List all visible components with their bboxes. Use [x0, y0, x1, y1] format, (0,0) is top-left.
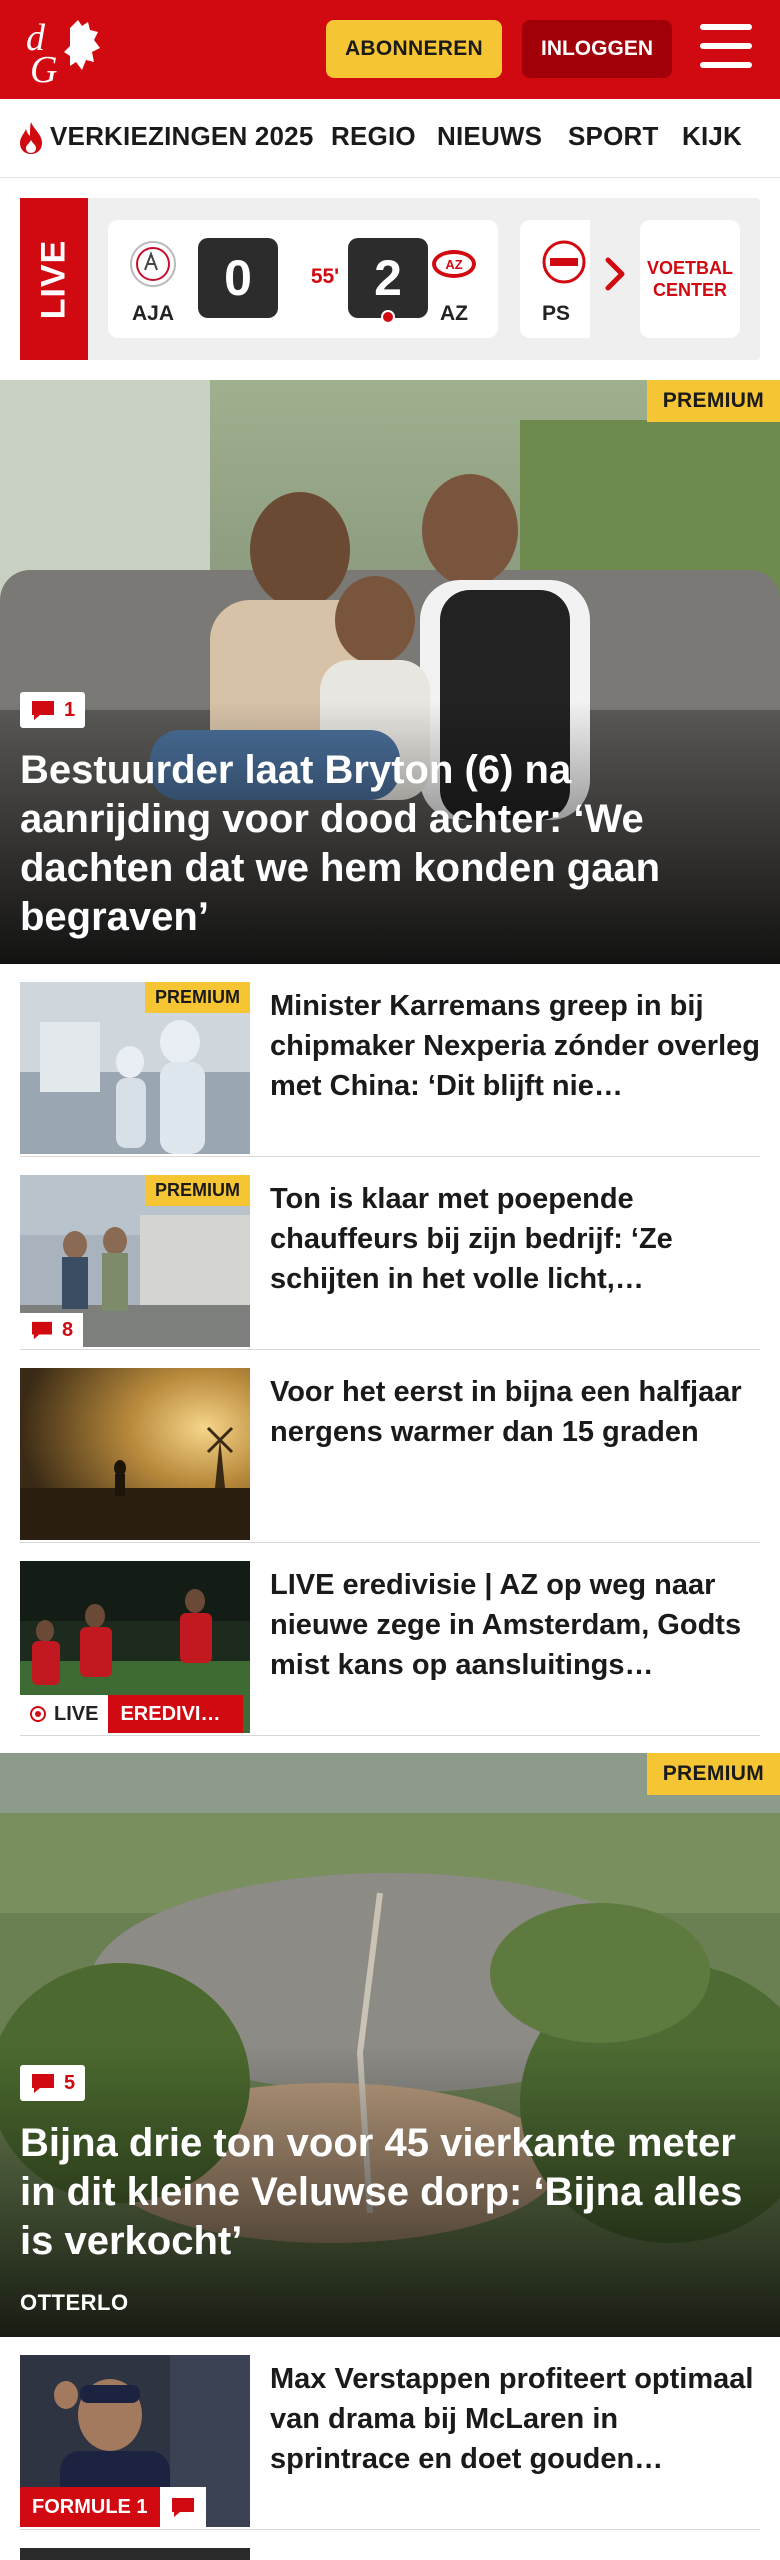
comment-count-badge: 8: [20, 1313, 84, 1347]
live-badge: LIVE: [20, 198, 88, 360]
comment-count-badge: 1: [20, 692, 86, 728]
live-dot-icon: [30, 1706, 46, 1722]
live-category-chip: LIVE EREDIVI…: [20, 1695, 244, 1733]
hero-location-kicker: OTTERLO: [20, 2290, 129, 2315]
hero-title[interactable]: Bestuurder laat Bryton (6) na aanrijding…: [20, 746, 760, 942]
article-title[interactable]: Voor het eerst in bijna een halfjaar ner…: [270, 1372, 760, 1452]
comment-icon: [32, 2074, 54, 2093]
list-item[interactable]: PREMIUM 8 Ton is klaar met poepende chau…: [20, 1157, 760, 1350]
article-title[interactable]: Minister Karremans greep in bij chipmake…: [270, 986, 760, 1106]
voetbal-center-button[interactable]: VOETBAL CENTER: [640, 220, 740, 338]
list-item[interactable]: [20, 2530, 760, 2560]
live-match-card[interactable]: AJA 0 55' 2 AZ AZ: [108, 220, 498, 338]
svg-text:AZ: AZ: [445, 257, 462, 272]
list-item[interactable]: Voor het eerst in bijna een halfjaar ner…: [20, 1350, 760, 1543]
nav-item-regio[interactable]: REGIO: [331, 121, 416, 152]
article-thumbnail: LIVE EREDIVI…: [20, 1561, 250, 1733]
article-thumbnail: [20, 1368, 250, 1540]
nav-item-kijk[interactable]: KIJK: [682, 121, 742, 152]
chevron-right-icon[interactable]: [600, 254, 630, 294]
nav-item-sport[interactable]: SPORT: [568, 121, 659, 152]
main-nav: VERKIEZINGEN 2025 REGIO NIEUWS SPORT KIJ…: [0, 99, 780, 178]
next-team-name: PS: [542, 302, 571, 325]
article-thumbnail: FORMULE 1: [20, 2355, 250, 2527]
hero-title[interactable]: Bijna drie ton voor 45 vierkante meter i…: [20, 2119, 760, 2266]
match-minute: 55': [310, 265, 340, 288]
article-title[interactable]: Max Verstappen profiteert optimaal van d…: [270, 2359, 760, 2479]
goal-indicator-dot: [381, 310, 395, 324]
comment-icon: [32, 1321, 52, 1340]
psv-logo-icon: [542, 240, 586, 284]
login-button[interactable]: INLOGGEN: [522, 20, 672, 78]
dg-logo[interactable]: d G: [22, 14, 114, 91]
comment-count-badge: 5: [20, 2065, 86, 2101]
premium-tag: PREMIUM: [145, 982, 250, 1013]
home-score: 0: [198, 238, 278, 318]
premium-tag: PREMIUM: [646, 380, 780, 422]
category-chip: FORMULE 1: [20, 2487, 206, 2527]
hero-article-2[interactable]: PREMIUM 5 Bijna drie ton voor 45 vierkan…: [0, 1753, 780, 2337]
list-item[interactable]: FORMULE 1 Max Verstappen profiteert opti…: [20, 2337, 760, 2530]
live-scores-bar: LIVE AJA 0 55' 2 AZ AZ PS VOETBAL CENTER: [20, 198, 760, 360]
nav-item-verkiezingen[interactable]: VERKIEZINGEN 2025: [50, 121, 314, 152]
article-thumbnail: PREMIUM: [20, 982, 250, 1154]
comment-icon: [32, 701, 54, 720]
comment-icon: [171, 2498, 194, 2517]
subscribe-button[interactable]: ABONNEREN: [326, 20, 502, 78]
ajax-logo-icon: [130, 241, 176, 287]
svg-text:G: G: [30, 49, 57, 86]
hero-article-1[interactable]: PREMIUM 1 Bestuurder laat Bryton (6) na …: [0, 380, 780, 964]
site-header: d G ABONNEREN INLOGGEN: [0, 0, 780, 99]
away-team-name: AZ: [440, 302, 468, 325]
article-thumbnail: [20, 2548, 250, 2560]
flame-icon: [20, 122, 42, 154]
hamburger-menu-icon[interactable]: [700, 24, 752, 70]
away-score: 2: [348, 238, 428, 318]
live-match-card-next[interactable]: PS: [520, 220, 590, 338]
list-item[interactable]: LIVE EREDIVI… LIVE eredivisie | AZ op we…: [20, 1543, 760, 1736]
list-item[interactable]: PREMIUM Minister Karremans greep in bij …: [20, 964, 760, 1157]
home-team-name: AJA: [131, 302, 174, 325]
article-title[interactable]: LIVE eredivisie | AZ op weg naar nieuwe …: [270, 1565, 760, 1685]
nav-item-nieuws[interactable]: NIEUWS: [437, 121, 542, 152]
article-title[interactable]: Ton is klaar met poepende chauffeurs bij…: [270, 1179, 760, 1299]
premium-tag: PREMIUM: [145, 1175, 250, 1206]
article-thumbnail: PREMIUM 8: [20, 1175, 250, 1347]
az-logo-icon: AZ: [432, 250, 476, 278]
premium-tag: PREMIUM: [646, 1753, 780, 1795]
